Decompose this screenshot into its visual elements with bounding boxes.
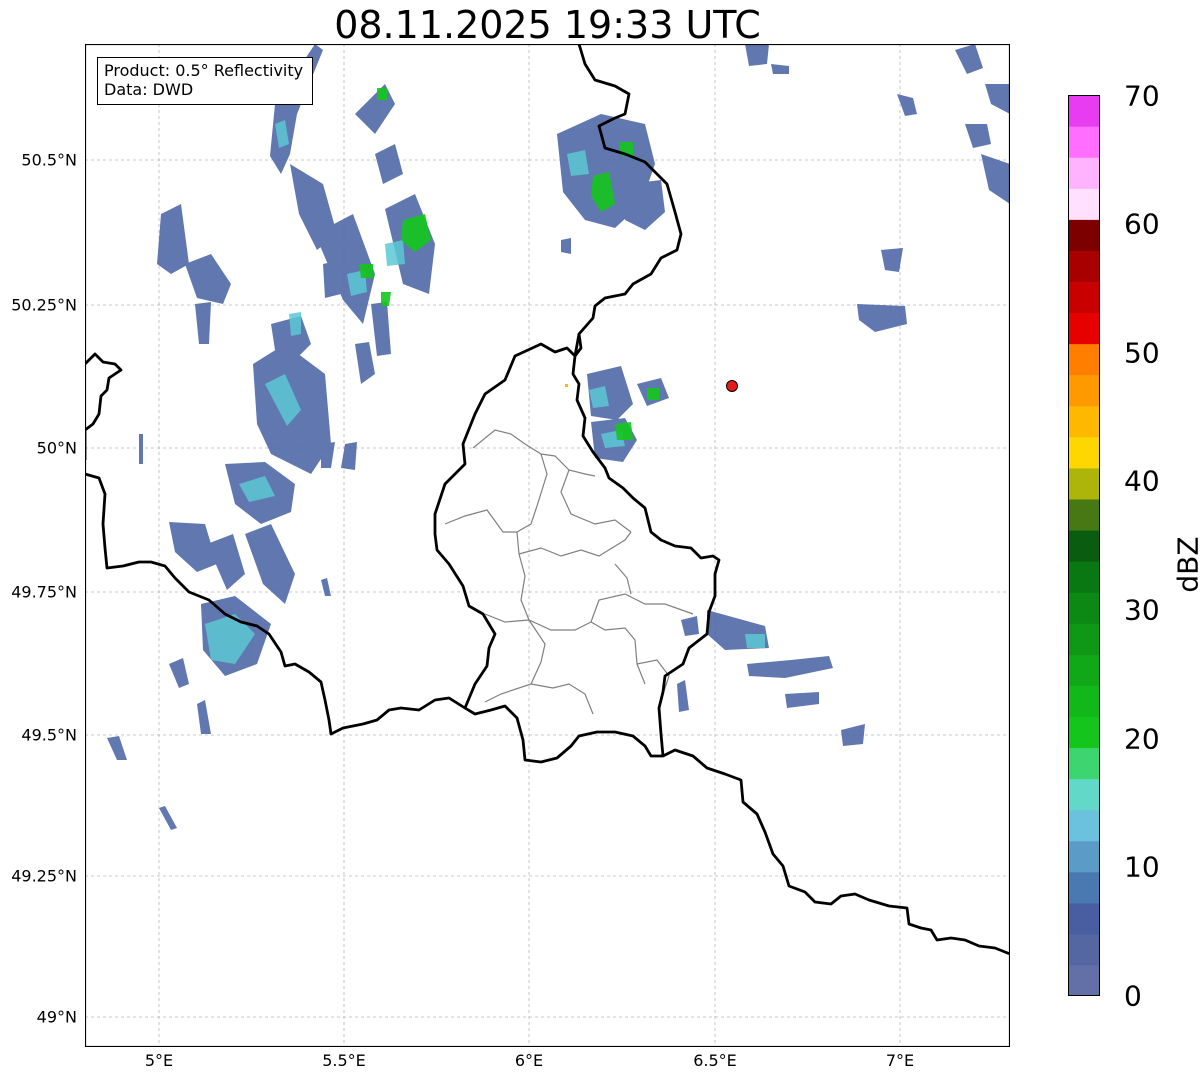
lat-tick-label: 49°N xyxy=(36,1007,77,1027)
colorbar-label: 0 xyxy=(1124,979,1142,1013)
colorbar-segment xyxy=(1068,436,1100,469)
data-source-label: Data: DWD xyxy=(104,80,194,99)
lat-tick-label: 49.75°N xyxy=(11,582,77,602)
lat-tick-label: 49.25°N xyxy=(11,866,77,886)
product-info-box: Product: 0.5° Reflectivity Data: DWD xyxy=(97,57,313,105)
colorbar-segment xyxy=(1068,157,1100,189)
colorbar-segment xyxy=(1068,374,1100,407)
colorbar-label: 40 xyxy=(1124,464,1160,498)
colorbar-segment xyxy=(1068,250,1100,283)
colorbar-segment xyxy=(1068,498,1100,531)
colorbar-title: dBZ xyxy=(1171,536,1202,593)
colorbar-segment xyxy=(1068,933,1100,966)
colorbar-segment xyxy=(1068,529,1100,562)
lon-tick-label: 5.5°E xyxy=(322,1051,366,1070)
colorbar-segment xyxy=(1068,343,1100,376)
colorbar-label: 10 xyxy=(1124,850,1160,884)
colorbar-segment xyxy=(1068,405,1100,438)
colorbar-label: 70 xyxy=(1124,79,1160,113)
colorbar-segment xyxy=(1068,312,1100,345)
lon-tick-label: 6.5°E xyxy=(693,1051,737,1070)
colorbar-segment xyxy=(1068,747,1100,780)
colorbar-segment xyxy=(1068,561,1100,593)
colorbar-segment xyxy=(1068,871,1100,904)
colorbar-label: 60 xyxy=(1124,207,1160,241)
colorbar-label: 50 xyxy=(1124,336,1160,370)
colorbar-segment xyxy=(1068,467,1100,500)
lon-tick-label: 7°E xyxy=(885,1051,915,1070)
colorbar-gradient xyxy=(1068,95,1100,997)
colorbar-segment xyxy=(1068,188,1100,220)
colorbar-segment xyxy=(1068,219,1100,251)
colorbar-segment xyxy=(1068,902,1100,935)
colorbar-segment xyxy=(1068,126,1100,158)
radar-map[interactable] xyxy=(85,44,1010,1047)
colorbar-segment xyxy=(1068,685,1100,717)
colorbar-label: 20 xyxy=(1124,722,1160,756)
colorbar-segment xyxy=(1068,964,1100,997)
lon-tick-label: 6°E xyxy=(514,1051,544,1070)
radar-site-marker[interactable] xyxy=(726,380,738,392)
colorbar-segment xyxy=(1068,778,1100,811)
lat-tick-label: 50.5°N xyxy=(21,150,77,170)
colorbar-segment xyxy=(1068,716,1100,749)
colorbar xyxy=(1068,95,1100,997)
colorbar-segment xyxy=(1068,281,1100,314)
colorbar-segment xyxy=(1068,592,1100,624)
colorbar-segment xyxy=(1068,840,1100,873)
map-title: 08.11.2025 19:33 UTC xyxy=(334,3,761,47)
colorbar-segment xyxy=(1068,654,1100,686)
colorbar-segment xyxy=(1068,623,1100,655)
colorbar-label: 30 xyxy=(1124,593,1160,627)
lon-tick-label: 5°E xyxy=(144,1051,174,1070)
lat-tick-label: 50°N xyxy=(36,438,77,458)
colorbar-segment xyxy=(1068,809,1100,842)
colorbar-segment xyxy=(1068,95,1100,127)
map-canvas xyxy=(85,44,1010,1047)
lat-tick-label: 50.25°N xyxy=(11,295,77,315)
lat-tick-label: 49.5°N xyxy=(21,725,77,745)
product-label: Product: 0.5° Reflectivity xyxy=(104,61,304,80)
